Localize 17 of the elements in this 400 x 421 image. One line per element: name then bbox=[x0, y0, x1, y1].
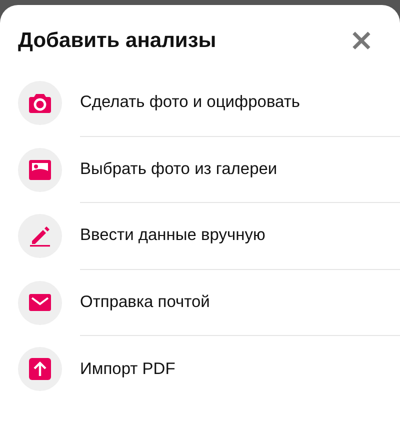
image-icon bbox=[29, 160, 51, 180]
item-label: Отправка почтой bbox=[80, 293, 210, 312]
item-label: Сделать фото и оцифровать bbox=[80, 93, 300, 112]
menu-item[interactable]: Отправка почтой bbox=[0, 270, 400, 336]
item-label: Импорт PDF bbox=[80, 360, 176, 380]
upload-icon bbox=[29, 358, 51, 380]
camera-icon bbox=[29, 93, 51, 113]
close-button[interactable]: × bbox=[344, 26, 378, 56]
menu-item[interactable]: Выбрать фото из галереи bbox=[0, 136, 400, 204]
item-label: Выбрать фото из галереи bbox=[80, 160, 278, 179]
item-label: Ввести данные вручную bbox=[80, 226, 266, 246]
sheet-title: Добавить анализы bbox=[18, 29, 216, 53]
menu-item[interactable]: Ввести данные вручную bbox=[0, 203, 400, 270]
menu-item[interactable]: Импорт PDF bbox=[0, 336, 400, 403]
mail-icon bbox=[29, 294, 51, 312]
pencil-icon bbox=[29, 225, 51, 248]
menu-item[interactable]: Сделать фото и оцифровать bbox=[0, 70, 400, 137]
